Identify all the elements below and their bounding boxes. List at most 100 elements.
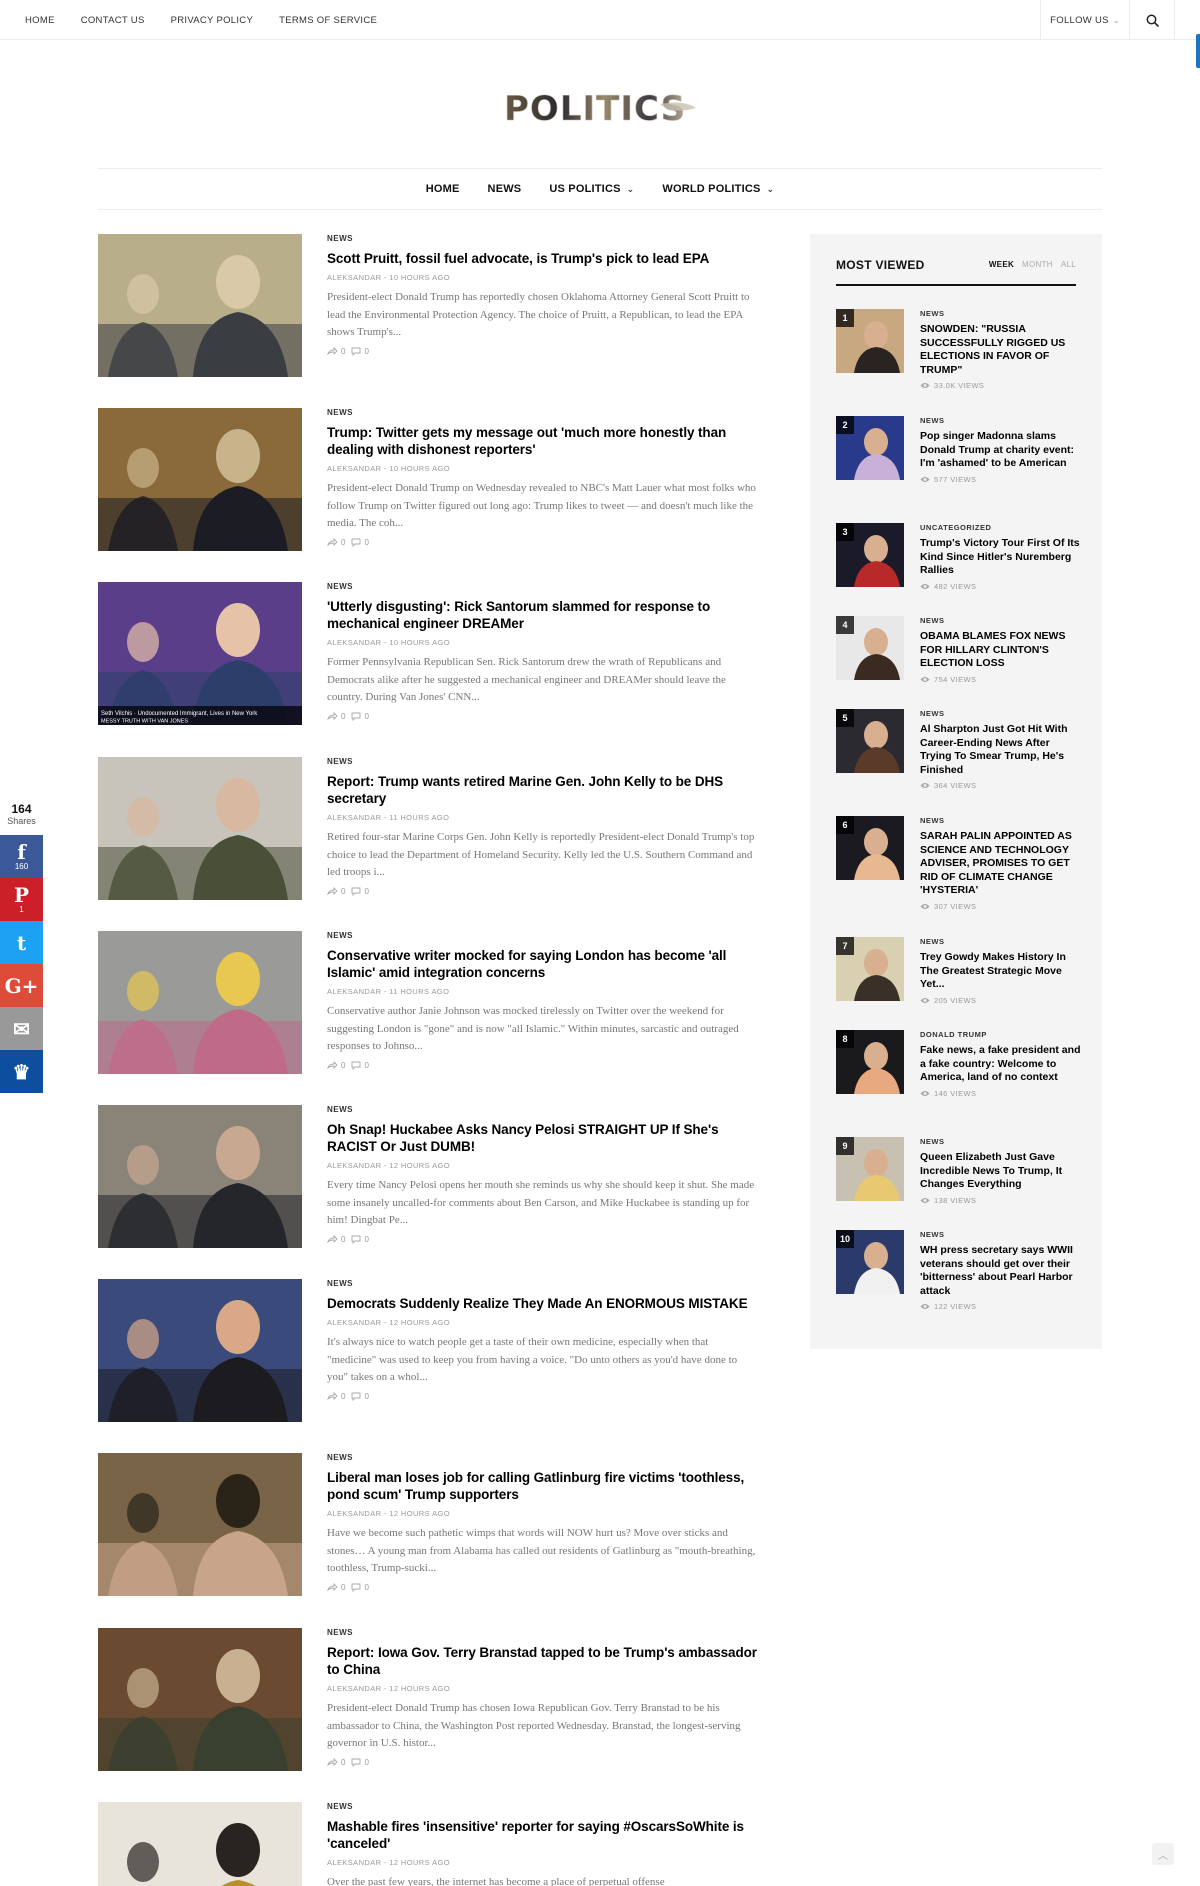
article-category[interactable]: NEWS <box>327 582 758 591</box>
topnav-privacy-link[interactable]: PRIVACY POLICY <box>171 15 254 26</box>
most-viewed-title[interactable]: Queen Elizabeth Just Gave Incredible New… <box>920 1151 1082 1192</box>
share-count[interactable]: 0 <box>327 712 345 721</box>
comment-count[interactable]: 0 <box>351 1061 369 1070</box>
share-count[interactable]: 0 <box>327 347 345 356</box>
most-viewed-thumbnail[interactable]: 4 <box>836 616 904 680</box>
article-thumbnail[interactable] <box>98 931 302 1074</box>
share-pinterest-button[interactable]: P1 <box>0 878 43 921</box>
most-viewed-category[interactable]: NEWS <box>920 816 1082 825</box>
tab-all[interactable]: ALL <box>1061 260 1076 269</box>
comment-count[interactable]: 0 <box>351 1583 369 1592</box>
article-thumbnail[interactable] <box>98 757 302 900</box>
comment-count[interactable]: 0 <box>351 887 369 896</box>
most-viewed-thumbnail[interactable]: 7 <box>836 937 904 1001</box>
share-sumo-button[interactable]: ♛ <box>0 1050 43 1093</box>
most-viewed-title[interactable]: SNOWDEN: "RUSSIA SUCCESSFULLY RIGGED US … <box>920 323 1082 377</box>
most-viewed-thumbnail[interactable]: 8 <box>836 1030 904 1094</box>
follow-us-dropdown[interactable]: FOLLOW US ⌄ <box>1040 0 1130 40</box>
most-viewed-category[interactable]: UNCATEGORIZED <box>920 523 1082 532</box>
most-viewed-thumbnail[interactable]: 9 <box>836 1137 904 1201</box>
most-viewed-title[interactable]: OBAMA BLAMES FOX NEWS FOR HILLARY CLINTO… <box>920 630 1082 671</box>
search-button[interactable] <box>1130 0 1175 40</box>
most-viewed-thumbnail[interactable]: 1 <box>836 309 904 373</box>
topnav-home-link[interactable]: HOME <box>25 15 55 26</box>
article-category[interactable]: NEWS <box>327 408 758 417</box>
article-title[interactable]: Liberal man loses job for calling Gatlin… <box>327 1469 758 1503</box>
most-viewed-thumbnail[interactable]: 6 <box>836 816 904 880</box>
comment-count[interactable]: 0 <box>351 1392 369 1401</box>
comment-count[interactable]: 0 <box>351 1235 369 1244</box>
mainnav-news-link[interactable]: NEWS <box>488 183 522 195</box>
article-thumbnail[interactable] <box>98 1279 302 1422</box>
site-logo[interactable]: POLITICS <box>500 82 700 132</box>
most-viewed-category[interactable]: NEWS <box>920 416 1082 425</box>
most-viewed-title[interactable]: Al Sharpton Just Got Hit With Career-End… <box>920 723 1082 777</box>
most-viewed-thumbnail[interactable]: 5 <box>836 709 904 773</box>
article-title[interactable]: Mashable fires 'insensitive' reporter fo… <box>327 1818 758 1852</box>
article-category[interactable]: NEWS <box>327 1802 758 1811</box>
article-title[interactable]: Report: Iowa Gov. Terry Branstad tapped … <box>327 1644 758 1678</box>
comment-count[interactable]: 0 <box>351 1758 369 1767</box>
mainnav-us-politics-dropdown[interactable]: US POLITICS ⌄ <box>549 183 634 195</box>
article-title[interactable]: Conservative writer mocked for saying Lo… <box>327 947 758 981</box>
article-category[interactable]: NEWS <box>327 1105 758 1114</box>
scroll-to-top-button[interactable]: ︿ <box>1152 1843 1174 1865</box>
share-count[interactable]: 0 <box>327 1583 345 1592</box>
article-category[interactable]: NEWS <box>327 1453 758 1462</box>
share-email-button[interactable]: ✉ <box>0 1007 43 1050</box>
share-count[interactable]: 0 <box>327 1758 345 1767</box>
article-thumbnail[interactable] <box>98 1105 302 1248</box>
article-title[interactable]: Democrats Suddenly Realize They Made An … <box>327 1295 758 1312</box>
share-twitter-button[interactable]: t <box>0 921 43 964</box>
article-title[interactable]: Report: Trump wants retired Marine Gen. … <box>327 773 758 807</box>
share-count[interactable]: 0 <box>327 887 345 896</box>
article-thumbnail[interactable] <box>98 1802 302 1886</box>
article-thumbnail[interactable] <box>98 1628 302 1771</box>
mainnav-home-link[interactable]: HOME <box>426 183 460 195</box>
article-category[interactable]: NEWS <box>327 757 758 766</box>
most-viewed-thumbnail[interactable]: 3 <box>836 523 904 587</box>
comment-count[interactable]: 0 <box>351 347 369 356</box>
article-title[interactable]: Oh Snap! Huckabee Asks Nancy Pelosi STRA… <box>327 1121 758 1155</box>
article-category[interactable]: NEWS <box>327 234 758 243</box>
most-viewed-title[interactable]: Trump's Victory Tour First Of Its Kind S… <box>920 537 1082 578</box>
share-count[interactable]: 0 <box>327 1061 345 1070</box>
feedback-tab[interactable] <box>1196 34 1200 68</box>
share-google-plus-button[interactable]: G+ <box>0 964 43 1007</box>
article-title[interactable]: Scott Pruitt, fossil fuel advocate, is T… <box>327 250 758 267</box>
comment-count[interactable]: 0 <box>351 712 369 721</box>
most-viewed-title[interactable]: Pop singer Madonna slams Donald Trump at… <box>920 430 1082 471</box>
most-viewed-thumbnail[interactable]: 10 <box>836 1230 904 1294</box>
article-category[interactable]: NEWS <box>327 1628 758 1637</box>
tab-week[interactable]: WEEK <box>989 260 1014 269</box>
share-facebook-button[interactable]: f 160 <box>0 835 43 878</box>
most-viewed-category[interactable]: NEWS <box>920 1137 1082 1146</box>
article-title[interactable]: Trump: Twitter gets my message out 'much… <box>327 424 758 458</box>
article-thumbnail[interactable] <box>98 234 302 377</box>
most-viewed-category[interactable]: NEWS <box>920 709 1082 718</box>
most-viewed-category[interactable]: DONALD TRUMP <box>920 1030 1082 1039</box>
comment-count[interactable]: 0 <box>351 538 369 547</box>
article-title[interactable]: 'Utterly disgusting': Rick Santorum slam… <box>327 598 758 632</box>
most-viewed-category[interactable]: NEWS <box>920 1230 1082 1239</box>
article-category[interactable]: NEWS <box>327 931 758 940</box>
share-count[interactable]: 0 <box>327 538 345 547</box>
topnav-contact-link[interactable]: CONTACT US <box>81 15 145 26</box>
share-count[interactable]: 0 <box>327 1235 345 1244</box>
most-viewed-category[interactable]: NEWS <box>920 309 1082 318</box>
article-thumbnail[interactable] <box>98 1453 302 1596</box>
article-thumbnail[interactable]: Seth Vilchis · Undocumented Immigrant, L… <box>98 582 302 725</box>
most-viewed-thumbnail[interactable]: 2 <box>836 416 904 480</box>
article-thumbnail[interactable] <box>98 408 302 551</box>
most-viewed-category[interactable]: NEWS <box>920 616 1082 625</box>
most-viewed-category[interactable]: NEWS <box>920 937 1082 946</box>
most-viewed-title[interactable]: WH press secretary says WWII veterans sh… <box>920 1244 1082 1298</box>
article-category[interactable]: NEWS <box>327 1279 758 1288</box>
mainnav-world-politics-dropdown[interactable]: WORLD POLITICS ⌄ <box>662 183 774 195</box>
share-count[interactable]: 0 <box>327 1392 345 1401</box>
most-viewed-title[interactable]: Trey Gowdy Makes History In The Greatest… <box>920 951 1082 992</box>
most-viewed-title[interactable]: SARAH PALIN APPOINTED AS SCIENCE AND TEC… <box>920 830 1082 898</box>
topnav-terms-link[interactable]: TERMS OF SERVICE <box>279 15 377 26</box>
most-viewed-title[interactable]: Fake news, a fake president and a fake c… <box>920 1044 1082 1085</box>
tab-month[interactable]: MONTH <box>1022 260 1053 269</box>
